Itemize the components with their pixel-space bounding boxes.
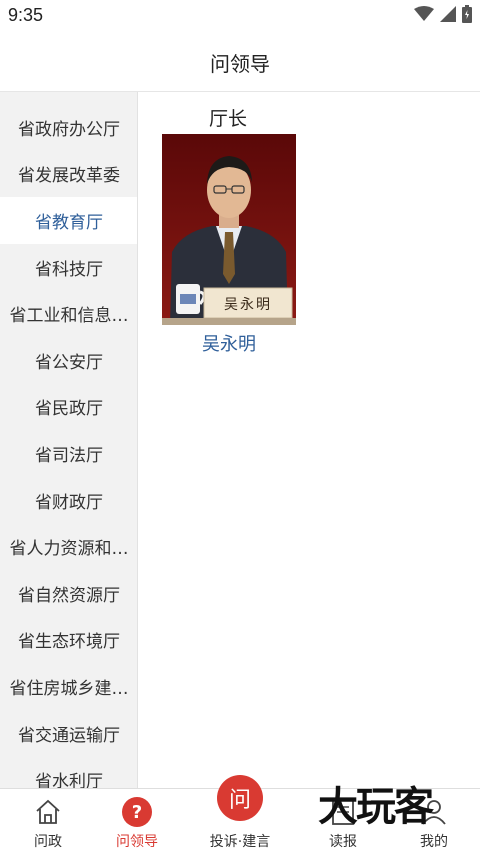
ask-icon-text: 问 xyxy=(228,788,251,813)
sidebar-item[interactable]: 省自然资源厅 xyxy=(0,570,137,617)
leader-position-title: 厅长 xyxy=(208,108,247,130)
sidebar-item-label: 省工业和信息… xyxy=(9,306,129,327)
nav-label: 投诉·建言 xyxy=(209,834,271,850)
sidebar-item[interactable]: 省教育厅 xyxy=(0,197,137,244)
leader-photo[interactable]: 吴永明 xyxy=(162,134,296,325)
status-icons xyxy=(414,5,472,27)
sidebar-item[interactable]: 省公安厅 xyxy=(0,337,137,384)
nav-label: 问领导 xyxy=(116,834,158,850)
status-bar: 9:35 xyxy=(0,0,480,34)
nav-label: 读报 xyxy=(329,834,357,850)
sidebar-item[interactable]: 省科技厅 xyxy=(0,244,137,291)
nav-item-complaint[interactable]: 问 投诉·建言 xyxy=(192,775,288,853)
leader-panel: 厅长 吴永明 吴永明 xyxy=(138,92,480,788)
sidebar-item-label: 省生态环境厅 xyxy=(18,632,120,653)
sidebar-item[interactable]: 省工业和信息… xyxy=(0,290,137,337)
nav-item-wenlingdao[interactable]: ? 问领导 xyxy=(89,789,185,853)
sidebar-item-label: 省自然资源厅 xyxy=(18,585,120,606)
sidebar-item[interactable]: 省发展改革委 xyxy=(0,151,137,198)
sidebar-item-label: 省司法厅 xyxy=(35,445,103,466)
sidebar-item[interactable]: 省人力资源和… xyxy=(0,523,137,570)
sidebar-item-label: 省水利厅 xyxy=(35,772,103,788)
nav-item-wenzheng[interactable]: 问政 xyxy=(0,789,96,853)
sidebar-item-label: 省公安厅 xyxy=(35,352,103,373)
question-icon: ? xyxy=(122,797,152,831)
sidebar-item-label: 省科技厅 xyxy=(35,259,103,280)
sidebar-item-label: 省发展改革委 xyxy=(18,166,120,187)
sidebar-item-label: 省教育厅 xyxy=(35,212,103,233)
sidebar-item[interactable]: 省司法厅 xyxy=(0,430,137,477)
nav-label: 我的 xyxy=(420,834,448,850)
leader-nameplate-text: 吴永明 xyxy=(224,297,272,313)
nav-label: 问政 xyxy=(34,834,62,850)
leader-name[interactable]: 吴永明 xyxy=(162,330,296,356)
department-list: 省政府办公厅 省发展改革委 省教育厅省科技厅省工业和信息… 省公安厅省民政厅省司法厅省… xyxy=(0,104,137,788)
sidebar-item-label: 省财政厅 xyxy=(35,492,103,513)
sidebar-item[interactable]: 省水利厅 xyxy=(0,756,137,788)
department-sidebar[interactable]: 省政府办公厅 省发展改革委 省教育厅省科技厅省工业和信息… 省公安厅省民政厅省司法厅省… xyxy=(0,92,138,788)
sidebar-item[interactable]: 省交通运输厅 xyxy=(0,710,137,757)
sidebar-item-label: 省民政厅 xyxy=(35,399,103,420)
sidebar-item[interactable]: 省财政厅 xyxy=(0,477,137,524)
sidebar-item[interactable]: 省住房城乡建… xyxy=(0,663,137,710)
ask-icon: 问 xyxy=(217,775,263,821)
sidebar-item[interactable]: 省民政厅 xyxy=(0,384,137,431)
battery-icon xyxy=(462,5,472,27)
watermark-logo: 大玩客 xyxy=(318,782,468,832)
sidebar-item-label: 省政府办公厅 xyxy=(18,119,120,140)
page-header: 问领导 xyxy=(0,34,480,92)
sidebar-item[interactable]: 省政府办公厅 xyxy=(0,104,137,151)
wifi-icon xyxy=(414,6,434,26)
sidebar-item[interactable]: 省生态环境厅 xyxy=(0,617,137,664)
sidebar-item-label: 省人力资源和… xyxy=(9,539,129,560)
status-time: 9:35 xyxy=(8,5,44,25)
watermark-text: 大玩客 xyxy=(318,783,434,830)
page-title: 问领导 xyxy=(210,52,270,76)
home-icon xyxy=(34,798,62,830)
signal-icon xyxy=(440,6,456,26)
sidebar-item-label: 省交通运输厅 xyxy=(18,725,120,746)
sidebar-item-label: 省住房城乡建… xyxy=(9,678,129,699)
svg-text:?: ? xyxy=(132,802,142,823)
